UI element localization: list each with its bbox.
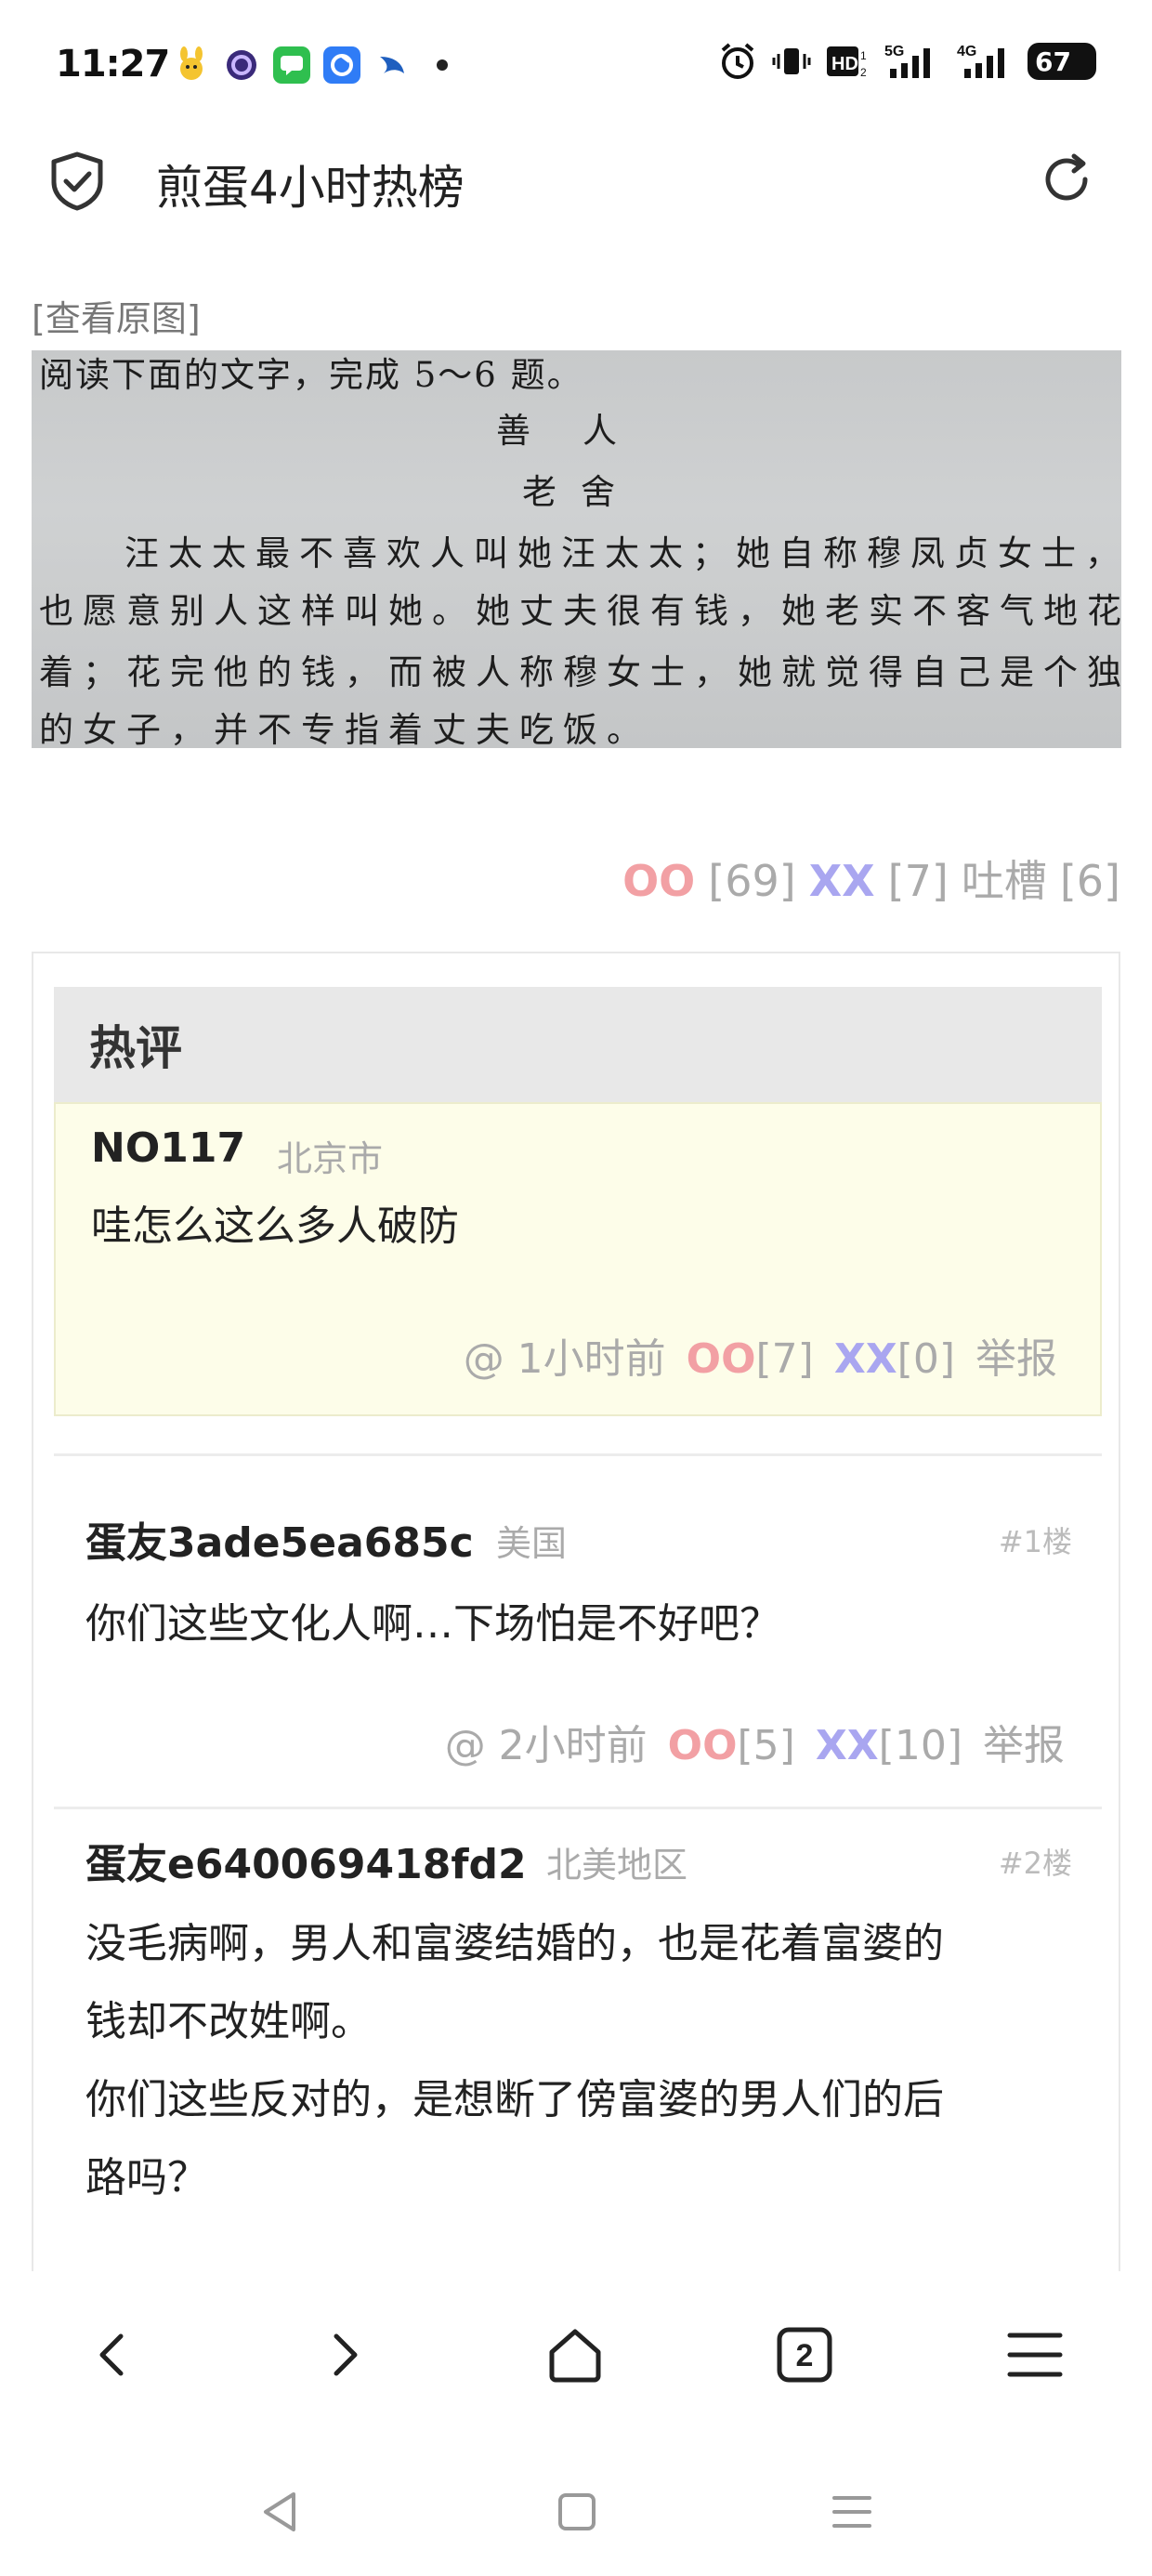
home-icon[interactable] <box>538 2318 612 2392</box>
browser-app-icon <box>323 46 360 84</box>
comment-meta: @ 1小时前 OO[7] XX[0] 举报 <box>464 1325 1057 1385</box>
comments-card: 热评 NO117 北京市 哇怎么这么多人破防 @ 1小时前 OO[7] XX[0… <box>32 952 1120 2271</box>
divider <box>54 1453 1102 1456</box>
menu-icon[interactable] <box>998 2318 1072 2392</box>
comment-floor: #2楼 <box>998 1846 1072 1881</box>
hot-comments-header: 热评 <box>54 987 1102 1102</box>
signal-4g-icon: 4G <box>953 41 1015 82</box>
hot-comments-title: 热评 <box>89 1021 182 1075</box>
image-text-line: 着；花完他的钱，而被人称穆女士，她就觉得自己是个独立 <box>39 652 1121 692</box>
comment-oo-button[interactable]: OO <box>687 1335 756 1383</box>
system-recents-icon[interactable] <box>819 2479 884 2544</box>
report-button[interactable]: 举报 <box>983 1712 1065 1771</box>
notification-icons <box>173 46 461 84</box>
comment-text: 哇怎么这么多人破防 <box>91 1203 459 1250</box>
post-tucao-button[interactable]: 吐槽 <box>962 848 1047 909</box>
network-5g-label: 5G <box>884 44 904 59</box>
comment-author[interactable]: 蛋友3ade5ea685c <box>85 1509 474 1569</box>
image-text-author: 老舍 <box>522 472 639 512</box>
comment-text-line: 没毛病啊，男人和富婆结婚的，也是花着富婆的 <box>85 1920 944 1967</box>
post-oo-button[interactable]: OO <box>622 856 695 906</box>
messages-icon <box>273 46 310 84</box>
image-text-line: 阅读下面的文字，完成 5～6 题。 <box>39 355 583 395</box>
forward-icon[interactable] <box>307 2318 381 2392</box>
post-xx-button[interactable]: XX <box>809 856 875 906</box>
comment-xx-count: [10] <box>878 1722 962 1769</box>
comment-location: 北美地区 <box>546 1845 688 1886</box>
reload-icon[interactable] <box>1037 149 1098 214</box>
divider <box>54 1807 1102 1809</box>
system-home-icon[interactable] <box>544 2479 609 2544</box>
comment-reply-time[interactable]: @ 1小时前 <box>464 1325 666 1385</box>
page-title: 煎蛋4小时热榜 <box>156 161 465 215</box>
comment-oo-count: [7] <box>755 1335 814 1383</box>
post-image[interactable]: 阅读下面的文字，完成 5～6 题。 善人 老舍 汪太太最不喜欢人叫她汪太太；她自… <box>32 350 1121 748</box>
comment-oo-button[interactable]: OO <box>668 1722 738 1769</box>
battery-level: 67 <box>1035 46 1071 77</box>
image-text-title: 善人 <box>496 411 669 451</box>
post-vote-bar: OO [69] XX [7] 吐槽 [6] <box>622 848 1120 909</box>
comment-xx-count: [0] <box>897 1335 955 1383</box>
comment-reply-time[interactable]: @ 2小时前 <box>445 1712 648 1771</box>
status-bar: 11:27 HD 1 2 5G 4G 67 <box>0 0 1152 139</box>
circle-app-icon <box>223 46 260 84</box>
post-oo-count: [69] <box>708 856 796 906</box>
hd-voice-icon: HD 1 2 <box>825 41 871 82</box>
svg-text:HD: HD <box>831 54 858 74</box>
comment-xx-button[interactable]: XX <box>816 1722 879 1769</box>
comment-text-line: 路吗？ <box>85 2154 208 2201</box>
comment-floor: #1楼 <box>998 1524 1072 1559</box>
status-time: 11:27 <box>56 43 170 85</box>
system-back-icon[interactable] <box>247 2479 312 2544</box>
vibrate-icon <box>771 41 812 82</box>
comment-author[interactable]: NO117 <box>91 1124 245 1172</box>
back-icon[interactable] <box>76 2318 151 2392</box>
signal-5g-icon: 5G <box>884 41 940 82</box>
battery-indicator: 67 <box>1028 43 1096 80</box>
comment-text: 你们这些文化人啊…下场怕是不好吧？ <box>85 1600 780 1648</box>
hot-comment: NO117 北京市 哇怎么这么多人破防 @ 1小时前 OO[7] XX[0] 举… <box>54 1102 1102 1416</box>
svg-text:2: 2 <box>860 66 867 79</box>
system-indicators: HD 1 2 5G 4G 67 <box>717 41 1096 82</box>
comment-text-line: 钱却不改姓啊。 <box>85 1998 372 2045</box>
image-text-line: 也愿意别人这样叫她。她丈夫很有钱，她老实不客气地花 <box>39 591 1121 631</box>
comment-meta: @ 2小时前 OO[5] XX[10] 举报 <box>445 1712 1065 1771</box>
post-tucao-count: [6] <box>1059 856 1120 906</box>
network-4g-label: 4G <box>957 44 976 59</box>
comment-xx-button[interactable]: XX <box>834 1335 897 1383</box>
view-original-link[interactable]: [查看原图] <box>32 290 201 341</box>
svg-text:1: 1 <box>860 49 867 62</box>
image-text-line: 汪太太最不喜欢人叫她汪太太；她自称穆凤贞女士， <box>124 533 1121 573</box>
comment-location: 美国 <box>496 1523 568 1564</box>
post-xx-count: [7] <box>887 856 949 906</box>
more-notifications-dot-icon <box>424 46 461 84</box>
swift-app-icon <box>373 46 411 84</box>
tabs-count: 2 <box>796 2338 814 2373</box>
comment-oo-count: [5] <box>737 1722 795 1769</box>
report-button[interactable]: 举报 <box>975 1325 1057 1385</box>
alarm-icon <box>717 41 758 82</box>
image-text-line: 的女子，并不专指着丈夫吃饭。 <box>39 710 650 748</box>
shield-check-icon[interactable] <box>46 149 108 217</box>
mascot-icon <box>173 46 210 84</box>
comment-text-line: 你们这些反对的，是想断了傍富婆的男人们的后 <box>85 2076 944 2123</box>
comment-author[interactable]: 蛋友e640069418fd2 <box>85 1831 527 1890</box>
comment-location: 北京市 <box>277 1138 384 1179</box>
tabs-button[interactable]: 2 <box>767 2318 842 2392</box>
